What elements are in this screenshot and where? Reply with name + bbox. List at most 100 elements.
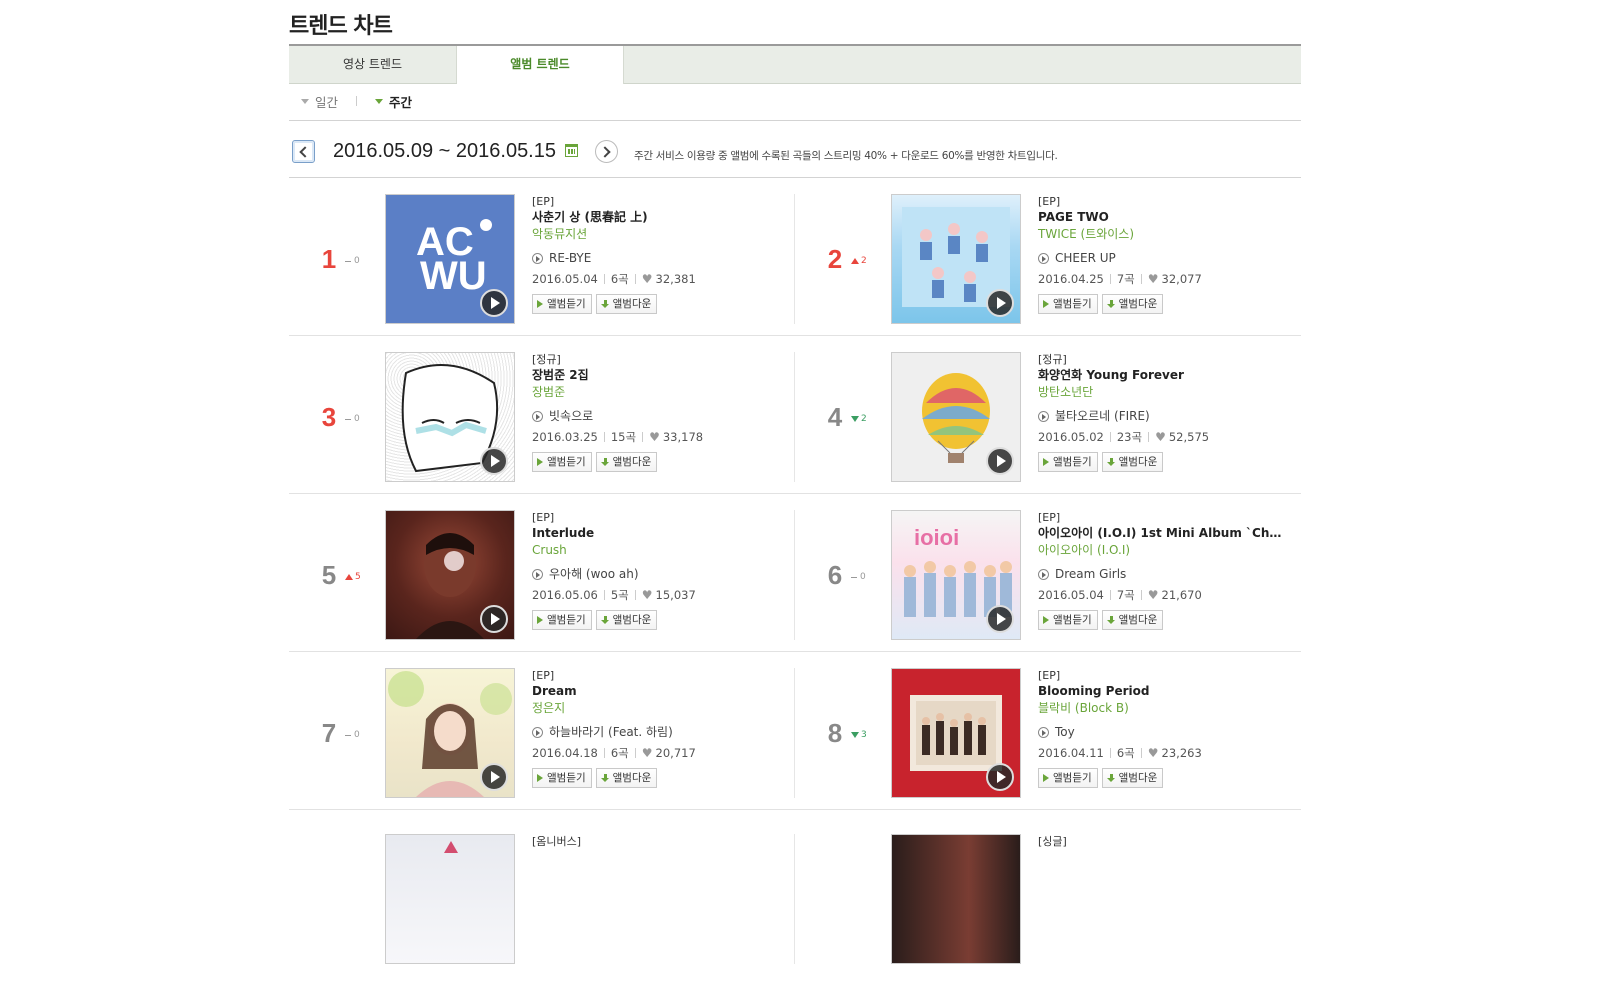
- download-album-button[interactable]: 앨범다운: [1101, 294, 1164, 314]
- heart-icon[interactable]: ♥: [1155, 430, 1166, 444]
- album-entry-rank-5: 5 5 [EP] Interlude Crush 우아해 (woo ah) 2016.05.…: [289, 510, 789, 642]
- cover-play-button[interactable]: [480, 447, 508, 475]
- next-week-button[interactable]: [595, 140, 618, 163]
- download-icon: [1106, 773, 1116, 783]
- heart-icon[interactable]: ♥: [1148, 746, 1159, 760]
- album-entry: [싱글]: [795, 834, 1295, 966]
- calendar-icon[interactable]: [565, 144, 578, 157]
- album-actions: 앨범듣기 앨범다운: [1038, 610, 1283, 630]
- album-info: [EP] Blooming Period 블락비 (Block B) Toy 2016.…: [1038, 668, 1283, 788]
- listen-album-button[interactable]: 앨범듣기: [532, 452, 592, 472]
- listen-album-button[interactable]: 앨범듣기: [1038, 294, 1098, 314]
- album-title[interactable]: Interlude: [532, 525, 777, 542]
- album-entry-rank-7: 7 0 [EP] Dream 정은지 하늘바라기 (Feat. 하림) 2016.04.18…: [289, 668, 789, 800]
- artist-name[interactable]: 정은지: [532, 700, 777, 717]
- listen-album-button[interactable]: 앨범듣기: [1038, 610, 1098, 630]
- album-entry-rank-8: 8 3 [EP] Blooming Period 블락비 (Block B) Toy 201…: [795, 668, 1295, 800]
- like-count: 32,077: [1161, 272, 1202, 286]
- tab-bar: 영상 트렌드 앨범 트렌드: [289, 46, 1301, 84]
- artist-name[interactable]: Crush: [532, 542, 777, 559]
- download-album-button[interactable]: 앨범다운: [1101, 768, 1164, 788]
- album-type: [싱글]: [1038, 835, 1067, 848]
- download-album-button[interactable]: 앨범다운: [1101, 610, 1164, 630]
- title-track[interactable]: Dream Girls: [1038, 567, 1283, 581]
- period-daily[interactable]: 일간: [301, 92, 338, 111]
- title-track[interactable]: CHEER UP: [1038, 251, 1283, 265]
- download-album-button[interactable]: 앨범다운: [1101, 452, 1164, 472]
- rank-change: 0: [345, 730, 360, 740]
- cover-play-button[interactable]: [986, 289, 1014, 317]
- album-cover[interactable]: [385, 834, 515, 964]
- album-cover[interactable]: [891, 194, 1021, 324]
- title-track[interactable]: 하늘바라기 (Feat. 하림): [532, 725, 777, 739]
- album-cover[interactable]: [891, 352, 1021, 482]
- download-album-button[interactable]: 앨범다운: [595, 452, 658, 472]
- album-cover[interactable]: [891, 834, 1021, 964]
- title-track[interactable]: 빗속으로: [532, 409, 777, 423]
- artist-name[interactable]: 아이오아이 (I.O.I): [1038, 542, 1283, 559]
- album-title[interactable]: Dream: [532, 683, 777, 700]
- album-type: [EP]: [532, 669, 555, 682]
- album-title[interactable]: 장범준 2집: [532, 367, 777, 384]
- album-cover[interactable]: [385, 668, 515, 798]
- album-cover[interactable]: ioioi: [891, 510, 1021, 640]
- no-change-icon: [345, 734, 351, 736]
- album-cover[interactable]: [891, 668, 1021, 798]
- artist-name[interactable]: 방탄소년단: [1038, 384, 1283, 401]
- tab-video-trend[interactable]: 영상 트렌드: [289, 46, 457, 83]
- like-count: 15,037: [655, 588, 696, 602]
- album-type: [EP]: [532, 195, 555, 208]
- album-meta: 2016.04.11 6곡 ♥ 23,263: [1038, 746, 1283, 760]
- heart-icon[interactable]: ♥: [1148, 588, 1159, 602]
- heart-icon[interactable]: ♥: [642, 272, 653, 286]
- listen-album-button[interactable]: 앨범듣기: [1038, 452, 1098, 472]
- title-track[interactable]: 우아해 (woo ah): [532, 567, 777, 581]
- cover-play-button[interactable]: [986, 763, 1014, 791]
- artist-name[interactable]: 장범준: [532, 384, 777, 401]
- listen-album-button[interactable]: 앨범듣기: [532, 294, 592, 314]
- prev-week-button[interactable]: [292, 140, 315, 163]
- album-title[interactable]: PAGE TWO: [1038, 209, 1283, 226]
- period-weekly[interactable]: 주간: [374, 92, 412, 111]
- album-entry-rank-4: 4 2 [정규] 화양연화 Young Forever 방탄소년단 불타오르네 (FIRE…: [795, 352, 1295, 484]
- cover-play-button[interactable]: [480, 605, 508, 633]
- heart-icon[interactable]: ♥: [649, 430, 660, 444]
- cover-play-button[interactable]: [480, 289, 508, 317]
- cover-play-button[interactable]: [986, 605, 1014, 633]
- title-track[interactable]: RE-BYE: [532, 251, 777, 265]
- album-title[interactable]: Blooming Period: [1038, 683, 1283, 700]
- album-title[interactable]: 사춘기 상 (思春記 上): [532, 209, 777, 226]
- cover-play-button[interactable]: [480, 763, 508, 791]
- download-album-button[interactable]: 앨범다운: [595, 294, 658, 314]
- download-icon: [600, 615, 610, 625]
- album-info: [정규] 화양연화 Young Forever 방탄소년단 불타오르네 (FIRE) 2…: [1038, 352, 1283, 472]
- listen-album-button[interactable]: 앨범듣기: [1038, 768, 1098, 788]
- title-track[interactable]: 불타오르네 (FIRE): [1038, 409, 1283, 423]
- tab-album-trend[interactable]: 앨범 트렌드: [457, 46, 624, 84]
- listen-album-button[interactable]: 앨범듣기: [532, 768, 592, 788]
- download-album-label: 앨범다운: [1118, 456, 1158, 468]
- album-cover[interactable]: [385, 510, 515, 640]
- listen-album-label: 앨범듣기: [1053, 456, 1092, 468]
- heart-icon[interactable]: ♥: [642, 746, 653, 760]
- download-album-button[interactable]: 앨범다운: [595, 768, 658, 788]
- album-cover[interactable]: AC WU: [385, 194, 515, 324]
- cover-play-button[interactable]: [986, 447, 1014, 475]
- heart-icon[interactable]: ♥: [1148, 272, 1159, 286]
- title-track-name: 빗속으로: [549, 409, 594, 423]
- artist-name[interactable]: 악동뮤지션: [532, 226, 777, 243]
- title-track-name: 불타오르네 (FIRE): [1055, 409, 1150, 423]
- download-icon: [600, 773, 610, 783]
- artist-name[interactable]: TWICE (트와이스): [1038, 226, 1283, 243]
- album-actions: 앨범듣기 앨범다운: [1038, 294, 1283, 314]
- download-album-button[interactable]: 앨범다운: [595, 610, 658, 630]
- rank-change-value: 2: [861, 256, 867, 266]
- listen-album-button[interactable]: 앨범듣기: [532, 610, 592, 630]
- heart-icon[interactable]: ♥: [642, 588, 653, 602]
- title-track[interactable]: Toy: [1038, 725, 1283, 739]
- song-count: 23곡: [1116, 430, 1143, 444]
- artist-name[interactable]: 블락비 (Block B): [1038, 700, 1283, 717]
- album-title[interactable]: 화양연화 Young Forever: [1038, 367, 1283, 384]
- album-title[interactable]: 아이오아이 (I.O.I) 1st Mini Album `Chrysalis`: [1038, 525, 1283, 542]
- album-cover[interactable]: [385, 352, 515, 482]
